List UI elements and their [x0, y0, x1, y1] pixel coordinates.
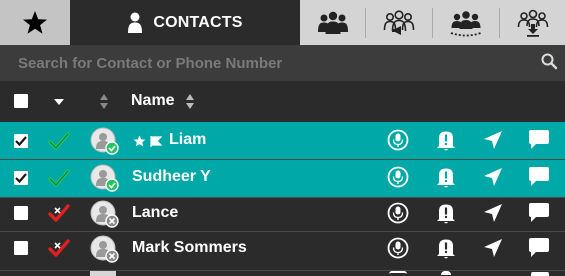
avatar [90, 127, 119, 155]
select-all-checkbox[interactable] [14, 94, 28, 108]
row-checkbox[interactable] [14, 206, 28, 220]
favorite-star-icon [133, 135, 146, 147]
group-dispatch-icon [450, 10, 482, 36]
alert-bell-icon[interactable] [441, 271, 451, 275]
avatar [90, 235, 119, 263]
search-icon[interactable] [540, 52, 558, 70]
tab-contacts-label: CONTACTS [153, 13, 243, 31]
table-row[interactable]: Lance [0, 198, 565, 235]
message-icon[interactable] [531, 272, 549, 276]
group-icon [317, 11, 348, 34]
alert-bell-icon[interactable] [435, 201, 457, 225]
online-status-icon [48, 132, 70, 150]
microphone-icon[interactable] [389, 271, 407, 274]
avatar [90, 200, 119, 228]
table-row[interactable]: Mark Sommers [0, 232, 565, 269]
table-row[interactable]: Sudheer Y [0, 160, 565, 197]
avatar [90, 271, 116, 276]
flag-icon [150, 136, 162, 147]
row-checkbox[interactable] [14, 171, 28, 185]
contact-name: Liam [169, 131, 207, 148]
tab-groups[interactable] [300, 0, 365, 45]
tab-favorites[interactable] [0, 0, 70, 45]
checkmark-icon [15, 136, 27, 147]
name-sort-icon[interactable] [185, 93, 195, 110]
microphone-icon[interactable] [387, 237, 409, 259]
message-icon[interactable] [527, 166, 551, 188]
search-input[interactable] [18, 53, 528, 73]
microphone-icon[interactable] [387, 129, 409, 151]
location-arrow-icon[interactable] [482, 129, 504, 151]
search-bar [0, 45, 565, 81]
checkmark-icon [15, 173, 27, 184]
contact-name: Sudheer Y [132, 168, 211, 185]
tab-bar: CONTACTS [0, 0, 565, 45]
message-icon[interactable] [527, 237, 551, 259]
table-header: Name [0, 81, 565, 122]
location-arrow-icon[interactable] [482, 202, 504, 224]
message-icon[interactable] [527, 202, 551, 224]
name-column-header[interactable]: Name [131, 92, 175, 110]
location-arrow-icon[interactable] [482, 237, 504, 259]
tab-broadcast-groups[interactable] [366, 0, 432, 45]
location-arrow-icon[interactable] [482, 166, 504, 188]
offline-status-icon [48, 239, 70, 257]
offline-status-icon [48, 204, 70, 222]
alert-bell-icon[interactable] [435, 128, 457, 152]
group-download-icon [517, 9, 548, 37]
microphone-icon[interactable] [387, 202, 409, 224]
contact-name: Lance [132, 204, 179, 221]
chevron-down-icon[interactable] [53, 98, 65, 106]
star-icon [23, 11, 47, 34]
sort-icon[interactable] [99, 93, 109, 110]
table-row[interactable]: Liam [0, 122, 565, 159]
broadcast-group-icon [383, 9, 415, 35]
row-checkbox[interactable] [14, 134, 28, 148]
avatar [90, 164, 119, 192]
message-icon[interactable] [527, 129, 551, 151]
microphone-icon[interactable] [387, 166, 409, 188]
tab-contacts[interactable]: CONTACTS [70, 0, 300, 45]
row-checkbox[interactable] [14, 241, 28, 255]
alert-bell-icon[interactable] [435, 236, 457, 260]
alert-bell-icon[interactable] [435, 165, 457, 189]
tab-dispatch-groups[interactable] [433, 0, 499, 45]
online-status-icon [48, 169, 70, 187]
table-row[interactable] [0, 271, 565, 276]
tab-group-download[interactable] [500, 0, 565, 45]
person-icon [128, 12, 143, 33]
contacts-panel: CONTACTS Search for Contact or Phone Num… [0, 0, 565, 276]
contact-name: Mark Sommers [132, 239, 247, 256]
